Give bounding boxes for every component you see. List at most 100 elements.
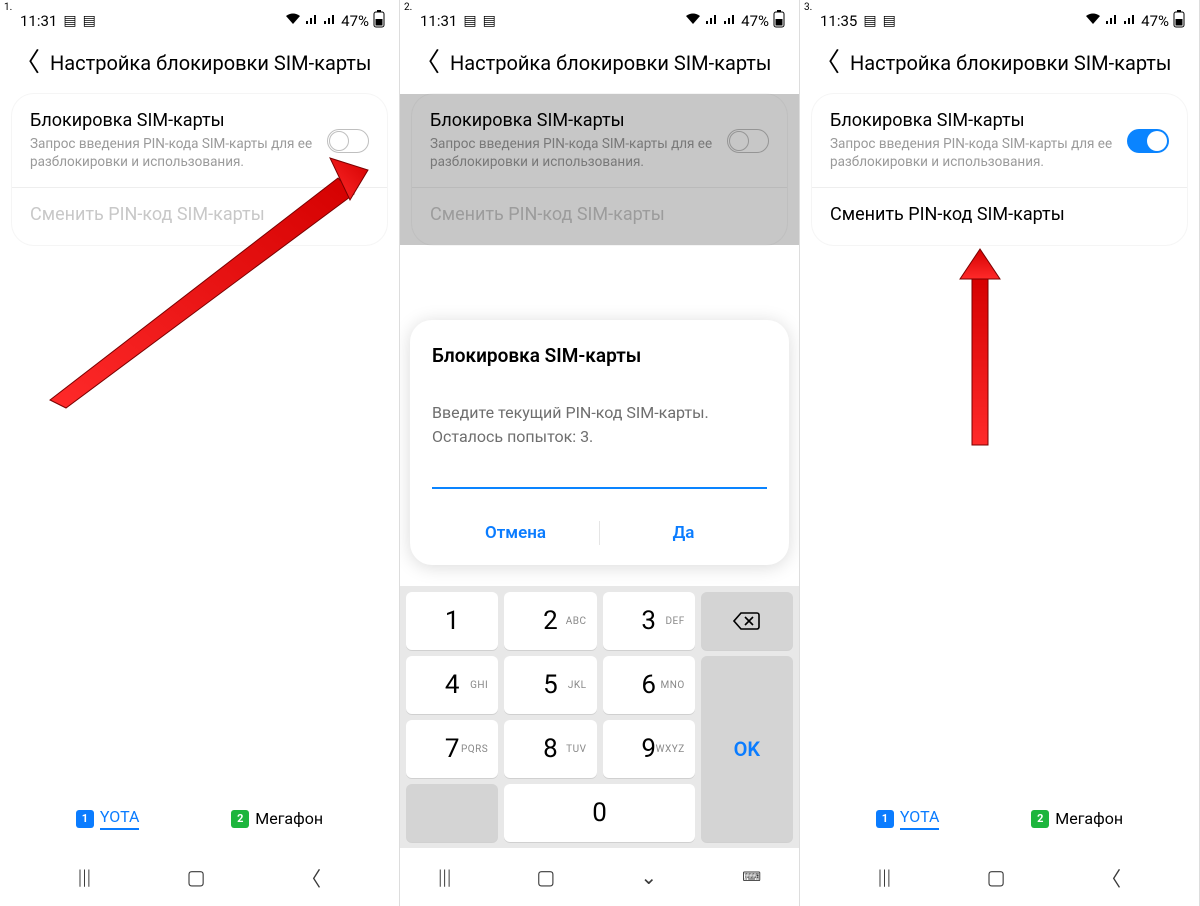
- notif-icon: ▤: [883, 13, 896, 29]
- key-0[interactable]: 0: [504, 784, 695, 842]
- change-pin-label: Сменить PIN-код SIM-карты: [30, 204, 369, 225]
- battery-icon: [373, 10, 385, 32]
- signal-icon: [1105, 13, 1119, 29]
- wifi-icon: [1085, 13, 1101, 29]
- sim-tab-1[interactable]: 1 YOTA: [76, 807, 140, 830]
- dialog-title: Блокировка SIM-карты: [432, 344, 767, 367]
- battery-text: 47%: [1141, 12, 1169, 30]
- signal-icon: [305, 13, 319, 29]
- battery-icon: [1173, 10, 1185, 32]
- settings-card: Блокировка SIM-карты Запрос введения PIN…: [412, 94, 787, 245]
- title-bar: 〈 Настройка блокировки SIM-карты: [0, 42, 399, 94]
- title-bar: 〈 Настройка блокировки SIM-карты: [400, 42, 799, 94]
- key-6[interactable]: 6MNO: [603, 656, 695, 714]
- notif-icon: ▤: [863, 13, 876, 29]
- back-chevron-icon[interactable]: ⌄: [640, 865, 657, 889]
- pin-input[interactable]: [432, 461, 767, 489]
- screen-2: 2. 11:31 ▤ ▤ 47% 〈 Настройка блокировки …: [400, 0, 800, 906]
- change-pin-row: Сменить PIN-код SIM-карты: [412, 188, 787, 245]
- notif-icon: ▤: [463, 13, 476, 29]
- status-bar: 11:31 ▤ ▤ 47%: [0, 0, 399, 42]
- confirm-button[interactable]: Да: [600, 511, 767, 555]
- back-icon[interactable]: 〈: [14, 50, 40, 76]
- sim-tab-2[interactable]: 2 Мегафон: [1031, 807, 1123, 830]
- notif-icon: ▤: [83, 13, 96, 29]
- change-pin-label: Сменить PIN-код SIM-карты: [830, 204, 1169, 225]
- back-icon[interactable]: 〈: [414, 50, 440, 76]
- sim2-badge: 2: [1031, 810, 1049, 828]
- key-8[interactable]: 8TUV: [504, 720, 596, 778]
- sim-tab-2[interactable]: 2 Мегафон: [231, 807, 323, 830]
- nav-bar: ||| ▢ 〈: [0, 848, 399, 906]
- sim-lock-sub: Запрос введения PIN-кода SIM-карты для е…: [30, 135, 315, 171]
- page-title: Настройка блокировки SIM-карты: [850, 51, 1171, 75]
- page-title: Настройка блокировки SIM-карты: [450, 51, 771, 75]
- sim-lock-toggle[interactable]: [1127, 129, 1169, 153]
- sim-lock-toggle[interactable]: [727, 129, 769, 153]
- signal-icon: [1123, 13, 1137, 29]
- key-1[interactable]: 1: [406, 592, 498, 650]
- sim-tabs: 1 YOTA 2 Мегафон: [800, 807, 1199, 830]
- battery-icon: [773, 10, 785, 32]
- screen-3: 3. 11:35 ▤ ▤ 47% 〈 Настройка блокировки …: [800, 0, 1200, 906]
- key-backspace[interactable]: [701, 592, 793, 650]
- battery-text: 47%: [741, 12, 769, 30]
- notif-icon: ▤: [483, 13, 496, 29]
- home-button[interactable]: ▢: [987, 865, 1006, 889]
- recents-button[interactable]: |||: [438, 865, 451, 889]
- battery-text: 47%: [341, 12, 369, 30]
- dialog-message: Введите текущий PIN-код SIM-карты. Остал…: [432, 401, 767, 449]
- sim-lock-title: Блокировка SIM-карты: [830, 110, 1115, 131]
- key-9[interactable]: 9WXYZ: [603, 720, 695, 778]
- clock: 11:31: [20, 12, 57, 30]
- key-2[interactable]: 2ABC: [504, 592, 596, 650]
- key-5[interactable]: 5JKL: [504, 656, 596, 714]
- title-bar: 〈 Настройка блокировки SIM-карты: [800, 42, 1199, 94]
- step-number: 1.: [4, 2, 12, 13]
- nav-bar: ||| ▢ ⌄ ⌨: [400, 848, 799, 906]
- wifi-icon: [685, 13, 701, 29]
- sim1-name: YOTA: [100, 807, 140, 830]
- sim-lock-sub: Запрос введения PIN-кода SIM-карты для е…: [830, 135, 1115, 171]
- settings-card: Блокировка SIM-карты Запрос введения PIN…: [12, 94, 387, 245]
- back-icon[interactable]: 〈: [814, 50, 840, 76]
- sim1-name: YOTA: [900, 807, 940, 830]
- keyboard-switch-icon[interactable]: ⌨: [742, 870, 761, 885]
- status-bar: 11:31 ▤ ▤ 47%: [400, 0, 799, 42]
- sim-tab-1[interactable]: 1 YOTA: [876, 807, 940, 830]
- screen-1: 1. 11:31 ▤ ▤ 47% 〈 Настройка блокировки …: [0, 0, 400, 906]
- sim-lock-title: Блокировка SIM-карты: [430, 110, 715, 131]
- signal-icon: [705, 13, 719, 29]
- key-blank: [406, 784, 498, 842]
- recents-button[interactable]: |||: [878, 865, 891, 889]
- change-pin-row: Сменить PIN-код SIM-карты: [12, 188, 387, 245]
- sim-lock-row[interactable]: Блокировка SIM-карты Запрос введения PIN…: [812, 94, 1187, 188]
- recents-button[interactable]: |||: [78, 865, 91, 889]
- back-button[interactable]: 〈: [301, 863, 321, 892]
- key-7[interactable]: 7PQRS: [406, 720, 498, 778]
- sim2-name: Мегафон: [1055, 809, 1123, 828]
- home-button[interactable]: ▢: [536, 865, 555, 889]
- sim-lock-toggle[interactable]: [327, 129, 369, 153]
- status-bar: 11:35 ▤ ▤ 47%: [800, 0, 1199, 42]
- sim-lock-title: Блокировка SIM-карты: [30, 110, 315, 131]
- sim2-name: Мегафон: [255, 809, 323, 828]
- home-button[interactable]: ▢: [187, 865, 206, 889]
- signal-icon: [323, 13, 337, 29]
- change-pin-label: Сменить PIN-код SIM-карты: [430, 204, 769, 225]
- key-ok[interactable]: OK: [701, 656, 793, 842]
- sim-lock-row[interactable]: Блокировка SIM-карты Запрос введения PIN…: [412, 94, 787, 188]
- numeric-keypad: 1 2ABC 3DEF 4GHI 5JKL 6MNO OK 7PQRS 8TUV…: [400, 586, 799, 848]
- annotation-arrow: [950, 245, 1010, 455]
- cancel-button[interactable]: Отмена: [432, 511, 599, 555]
- key-3[interactable]: 3DEF: [603, 592, 695, 650]
- back-button[interactable]: 〈: [1101, 863, 1121, 892]
- change-pin-row[interactable]: Сменить PIN-код SIM-карты: [812, 188, 1187, 245]
- key-4[interactable]: 4GHI: [406, 656, 498, 714]
- sim-tabs: 1 YOTA 2 Мегафон: [0, 807, 399, 830]
- sim1-badge: 1: [76, 810, 94, 828]
- wifi-icon: [285, 13, 301, 29]
- sim2-badge: 2: [231, 810, 249, 828]
- clock: 11:35: [820, 12, 857, 30]
- sim-lock-row[interactable]: Блокировка SIM-карты Запрос введения PIN…: [12, 94, 387, 188]
